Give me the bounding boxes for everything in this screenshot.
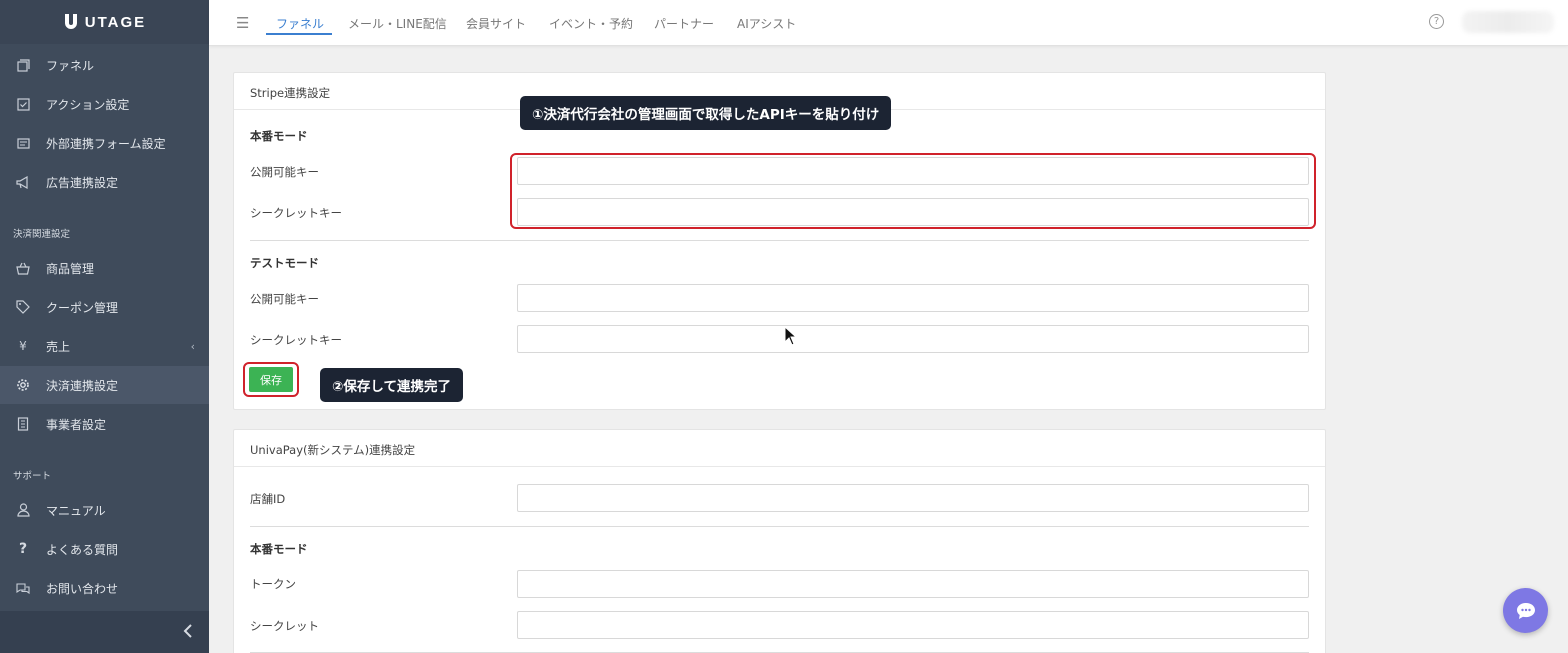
logo[interactable]: UTAGE <box>0 0 209 44</box>
tab-partner[interactable]: パートナー <box>654 15 714 32</box>
store-id-input[interactable] <box>517 484 1309 512</box>
sidebar-item-label: 商品管理 <box>46 261 95 276</box>
tab-event-reservation[interactable]: イベント・予約 <box>549 15 633 32</box>
gear-icon <box>16 378 30 392</box>
sidebar-item-label: 売上 <box>46 339 71 354</box>
sidebar-item-faq[interactable]: ? よくある質問 <box>0 530 209 568</box>
callout-paste-api-key: ①決済代行会社の管理画面で取得したAPIキーを貼り付け <box>520 96 892 130</box>
sidebar-item-funnel[interactable]: ファネル <box>0 46 209 84</box>
tab-mail-line[interactable]: メール・LINE配信 <box>348 15 447 32</box>
token-input[interactable] <box>517 570 1309 598</box>
mouse-cursor-icon <box>784 326 798 346</box>
test-secret-key-label: シークレットキー <box>250 333 342 347</box>
chevron-left-icon <box>183 623 193 642</box>
tab-ai-assist[interactable]: AIアシスト <box>737 15 796 32</box>
test-publishable-key-label: 公開可能キー <box>250 292 319 306</box>
sidebar-item-ad[interactable]: 広告連携設定 <box>0 163 209 201</box>
sidebar-item-action[interactable]: アクション設定 <box>0 85 209 123</box>
funnel-icon <box>16 58 30 72</box>
chat-widget-button[interactable] <box>1503 588 1548 633</box>
logo-text: UTAGE <box>84 13 147 31</box>
api-key-highlight-outline <box>510 153 1316 229</box>
tab-funnel[interactable]: ファネル <box>276 15 324 32</box>
megaphone-icon <box>16 175 30 189</box>
chevron-left-icon: ‹ <box>190 339 195 353</box>
chat-bubbles-icon <box>16 581 30 595</box>
top-navbar: ☰ ファネル メール・LINE配信 会員サイト イベント・予約 パートナー AI… <box>209 0 1568 46</box>
test-publishable-key-input[interactable] <box>517 284 1309 312</box>
sidebar-item-products[interactable]: 商品管理 <box>0 249 209 287</box>
store-id-label: 店舗ID <box>250 492 286 506</box>
hamburger-menu-icon[interactable]: ☰ <box>236 14 249 32</box>
univapay-settings-card: UnivaPay(新システム)連携設定 店舗ID 本番モード トークン シークレ… <box>233 429 1326 653</box>
question-icon: ? <box>18 541 28 557</box>
sidebar-collapse-button[interactable] <box>0 611 209 653</box>
tab-member-site[interactable]: 会員サイト <box>466 15 526 32</box>
checklist-icon <box>16 97 30 111</box>
sidebar: UTAGE ファネル アクション設定 外部連携フォーム設定 広告連携設定 決済関… <box>0 0 209 653</box>
sidebar-item-label: クーポン管理 <box>46 300 119 315</box>
sidebar-item-label: 広告連携設定 <box>46 175 119 190</box>
chat-icon <box>1516 602 1535 619</box>
utage-logo-icon <box>64 14 77 29</box>
basket-icon <box>16 261 30 275</box>
sidebar-item-contact[interactable]: お問い合わせ <box>0 569 209 607</box>
sidebar-item-coupon[interactable]: クーポン管理 <box>0 288 209 326</box>
sidebar-item-sales[interactable]: ¥ 売上 ‹ <box>0 327 209 365</box>
section-divider <box>250 240 1309 241</box>
tag-icon <box>16 300 30 314</box>
sidebar-item-label: マニュアル <box>46 503 106 518</box>
help-icon[interactable]: ? <box>1429 14 1444 29</box>
sidebar-item-label: 外部連携フォーム設定 <box>46 136 166 151</box>
sidebar-item-label: 事業者設定 <box>46 417 107 432</box>
live-publishable-key-label: 公開可能キー <box>250 165 319 179</box>
sidebar-section-support: サポート <box>13 471 52 482</box>
building-icon <box>16 417 30 431</box>
univapay-live-mode-heading: 本番モード <box>250 542 308 556</box>
sidebar-item-label: アクション設定 <box>46 97 130 112</box>
sidebar-item-payment-settings[interactable]: 決済連携設定 <box>0 366 209 404</box>
sidebar-item-label: お問い合わせ <box>46 581 119 596</box>
user-menu[interactable] <box>1462 11 1554 33</box>
person-icon <box>16 503 30 517</box>
form-icon <box>16 136 30 150</box>
section-divider <box>250 526 1309 527</box>
callout-save-complete: ②保存して連携完了 <box>320 368 464 402</box>
sidebar-section-payment: 決済関連設定 <box>13 229 71 240</box>
sidebar-item-label: よくある質問 <box>46 542 119 557</box>
test-mode-heading: テストモード <box>250 256 319 270</box>
active-tab-indicator <box>266 33 332 35</box>
sidebar-item-business[interactable]: 事業者設定 <box>0 405 209 443</box>
card-title: UnivaPay(新システム)連携設定 <box>234 430 1325 467</box>
sidebar-item-label: ファネル <box>46 58 95 73</box>
yen-icon: ¥ <box>19 339 27 353</box>
secret-label: シークレット <box>250 619 319 633</box>
sidebar-item-manual[interactable]: マニュアル <box>0 491 209 529</box>
live-secret-key-label: シークレットキー <box>250 206 342 220</box>
token-label: トークン <box>250 577 296 591</box>
sidebar-item-external-form[interactable]: 外部連携フォーム設定 <box>0 124 209 162</box>
sidebar-item-label: 決済連携設定 <box>46 378 119 393</box>
live-mode-heading: 本番モード <box>250 129 308 143</box>
secret-input[interactable] <box>517 611 1309 639</box>
save-highlight-outline <box>243 362 299 397</box>
test-secret-key-input[interactable] <box>517 325 1309 353</box>
